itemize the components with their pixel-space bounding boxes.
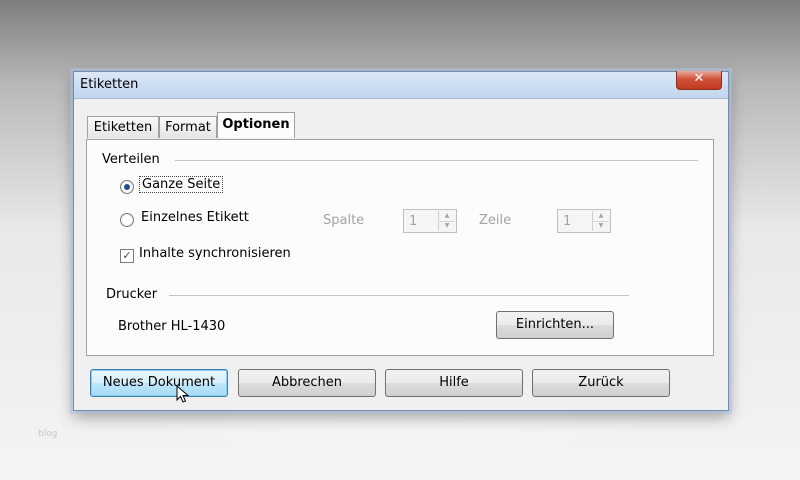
- cancel-button[interactable]: Abbrechen: [238, 369, 376, 397]
- help-button[interactable]: Hilfe: [385, 369, 523, 397]
- dialog-title: Etiketten: [80, 77, 139, 92]
- radio-label-ganze-seite[interactable]: Ganze Seite: [139, 176, 224, 193]
- section-heading-drucker: Drucker: [106, 287, 158, 302]
- printer-setup-button[interactable]: Einrichten...: [496, 311, 614, 339]
- separator-verteilen: [175, 160, 698, 161]
- spalte-spin-buttons: ▲ ▼: [438, 211, 455, 231]
- spalte-value: 1: [409, 214, 418, 229]
- spin-down-icon[interactable]: ▼: [439, 221, 455, 231]
- tab-label: Etiketten: [93, 120, 153, 135]
- printer-name: Brother HL-1430: [118, 319, 226, 334]
- spalte-spinbox[interactable]: 1 ▲ ▼: [403, 209, 457, 233]
- spalte-label: Spalte: [323, 213, 365, 228]
- radio-ganze-seite[interactable]: [120, 180, 134, 194]
- zeile-value: 1: [563, 214, 572, 229]
- checkbox-sync[interactable]: ✓: [120, 249, 134, 263]
- labels-dialog: Etiketten ✕ Etiketten Format Optionen Ve…: [73, 71, 729, 411]
- title-bar[interactable]: Etiketten ✕: [74, 71, 728, 99]
- spin-down-icon[interactable]: ▼: [593, 221, 609, 231]
- close-button[interactable]: ✕: [676, 71, 722, 90]
- focused-label-text: Ganze Seite: [139, 176, 224, 193]
- zeile-spinbox[interactable]: 1 ▲ ▼: [557, 209, 611, 233]
- watermark-text: blog: [38, 429, 58, 439]
- zeile-spin-buttons: ▲ ▼: [592, 211, 609, 231]
- tab-label: Optionen: [222, 117, 290, 132]
- zeile-label: Zeile: [479, 213, 512, 228]
- checkmark-icon: ✓: [122, 249, 132, 262]
- separator-drucker: [169, 295, 629, 296]
- back-button[interactable]: Zurück: [532, 369, 670, 397]
- tab-format[interactable]: Format: [159, 116, 217, 138]
- radio-label-einzelnes-etikett[interactable]: Einzelnes Etikett: [141, 210, 249, 225]
- tab-label: Format: [165, 120, 211, 135]
- section-heading-verteilen: Verteilen: [102, 152, 160, 167]
- close-icon: ✕: [693, 71, 705, 86]
- tab-etiketten[interactable]: Etiketten: [87, 116, 159, 138]
- tab-optionen[interactable]: Optionen: [217, 112, 295, 138]
- checkbox-label-sync[interactable]: Inhalte synchronisieren: [139, 246, 291, 261]
- mouse-pointer-icon: [176, 385, 190, 403]
- new-document-button[interactable]: Neues Dokument: [90, 369, 228, 397]
- radio-einzelnes-etikett[interactable]: [120, 213, 134, 227]
- options-panel: Verteilen Ganze Seite Einzelnes Etikett …: [86, 139, 714, 356]
